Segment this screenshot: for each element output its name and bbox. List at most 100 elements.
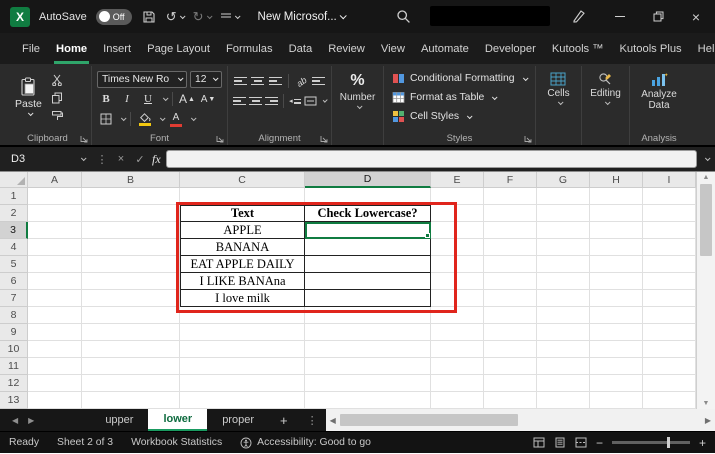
row-header-7[interactable]: 7 bbox=[0, 290, 28, 307]
cell-I5[interactable] bbox=[643, 256, 696, 273]
search-icon[interactable] bbox=[396, 9, 411, 24]
cell-F9[interactable] bbox=[484, 324, 537, 341]
name-box[interactable]: D3 bbox=[6, 149, 90, 169]
row-header-4[interactable]: 4 bbox=[0, 239, 28, 256]
cell-B3[interactable] bbox=[82, 222, 180, 239]
cell-D3[interactable] bbox=[305, 222, 431, 239]
cell-H10[interactable] bbox=[590, 341, 643, 358]
cell-C6[interactable]: I LIKE BANAna bbox=[180, 273, 305, 290]
conditional-formatting-button[interactable]: Conditional Formatting bbox=[392, 69, 530, 88]
sheet-tab-proper[interactable]: proper bbox=[207, 409, 269, 431]
cell-E10[interactable] bbox=[431, 341, 484, 358]
decrease-font-size-button[interactable]: A▼ bbox=[199, 91, 217, 108]
cell-C1[interactable] bbox=[180, 188, 305, 205]
align-middle-icon[interactable] bbox=[251, 73, 266, 90]
row-header-8[interactable]: 8 bbox=[0, 307, 28, 324]
fill-color-icon[interactable] bbox=[136, 111, 154, 128]
cell-G5[interactable] bbox=[537, 256, 590, 273]
bold-button[interactable]: B bbox=[97, 91, 115, 108]
cell-G10[interactable] bbox=[537, 341, 590, 358]
cell-E9[interactable] bbox=[431, 324, 484, 341]
cell-F10[interactable] bbox=[484, 341, 537, 358]
cell-B8[interactable] bbox=[82, 307, 180, 324]
cell-I9[interactable] bbox=[643, 324, 696, 341]
row-header-11[interactable]: 11 bbox=[0, 358, 28, 375]
cell-G4[interactable] bbox=[537, 239, 590, 256]
cell-D5[interactable] bbox=[305, 256, 431, 273]
fill-handle[interactable] bbox=[425, 233, 430, 238]
row-header-3[interactable]: 3 bbox=[0, 222, 28, 239]
cell-G3[interactable] bbox=[537, 222, 590, 239]
save-icon[interactable] bbox=[141, 7, 157, 27]
undo-button[interactable]: ↺ bbox=[166, 7, 184, 27]
menu-tab-automate[interactable]: Automate bbox=[413, 33, 477, 64]
cell-F7[interactable] bbox=[484, 290, 537, 307]
cell-B1[interactable] bbox=[82, 188, 180, 205]
cell-D12[interactable] bbox=[305, 375, 431, 392]
cell-I10[interactable] bbox=[643, 341, 696, 358]
cell-I7[interactable] bbox=[643, 290, 696, 307]
cell-I6[interactable] bbox=[643, 273, 696, 290]
row-header-10[interactable]: 10 bbox=[0, 341, 28, 358]
sheet-options-icon[interactable]: ⋮ bbox=[299, 409, 326, 431]
cell-F3[interactable] bbox=[484, 222, 537, 239]
scroll-down-icon[interactable]: ▼ bbox=[703, 400, 710, 407]
document-title[interactable]: New Microsof... bbox=[258, 11, 345, 23]
align-left-icon[interactable] bbox=[233, 93, 246, 110]
cell-B12[interactable] bbox=[82, 375, 180, 392]
cell-G6[interactable] bbox=[537, 273, 590, 290]
enter-icon[interactable]: ✓ bbox=[133, 153, 147, 166]
cell-F4[interactable] bbox=[484, 239, 537, 256]
cell-A12[interactable] bbox=[28, 375, 82, 392]
column-header-C[interactable]: C bbox=[180, 172, 305, 188]
zoom-out-button[interactable]: − bbox=[596, 436, 603, 450]
cell-H7[interactable] bbox=[590, 290, 643, 307]
zoom-slider[interactable] bbox=[612, 441, 690, 444]
menu-tab-kutools[interactable]: Kutools ™ bbox=[544, 33, 612, 64]
cell-B2[interactable] bbox=[82, 205, 180, 222]
column-header-G[interactable]: G bbox=[537, 172, 590, 188]
cells-button[interactable]: Cells bbox=[543, 69, 573, 105]
add-sheet-button[interactable]: + bbox=[269, 409, 299, 431]
cell-E11[interactable] bbox=[431, 358, 484, 375]
cell-H1[interactable] bbox=[590, 188, 643, 205]
cell-E6[interactable] bbox=[431, 273, 484, 290]
font-size-combo[interactable]: 12 bbox=[190, 71, 222, 88]
cell-C12[interactable] bbox=[180, 375, 305, 392]
cell-D2[interactable]: Check Lowercase? bbox=[305, 205, 431, 222]
menu-tab-view[interactable]: View bbox=[373, 33, 413, 64]
cell-D7[interactable] bbox=[305, 290, 431, 307]
font-color-icon[interactable]: A bbox=[167, 111, 185, 128]
cell-I12[interactable] bbox=[643, 375, 696, 392]
cell-I4[interactable] bbox=[643, 239, 696, 256]
row-header-13[interactable]: 13 bbox=[0, 392, 28, 409]
sheet-tab-upper[interactable]: upper bbox=[90, 409, 148, 431]
cell-F5[interactable] bbox=[484, 256, 537, 273]
column-header-B[interactable]: B bbox=[82, 172, 180, 188]
hscroll-left-icon[interactable]: ◀ bbox=[330, 416, 336, 425]
cell-F13[interactable] bbox=[484, 392, 537, 409]
close-button[interactable]: × bbox=[677, 0, 715, 33]
cell-H13[interactable] bbox=[590, 392, 643, 409]
cell-F8[interactable] bbox=[484, 307, 537, 324]
row-header-12[interactable]: 12 bbox=[0, 375, 28, 392]
zoom-in-button[interactable]: + bbox=[699, 436, 706, 450]
sheet-tab-lower[interactable]: lower bbox=[148, 409, 207, 431]
cell-D8[interactable] bbox=[305, 307, 431, 324]
align-center-icon[interactable] bbox=[249, 93, 262, 110]
cell-A4[interactable] bbox=[28, 239, 82, 256]
alignment-dialog-launcher-icon[interactable] bbox=[320, 135, 328, 143]
orientation-icon[interactable]: ab bbox=[290, 70, 312, 92]
analyze-data-button[interactable]: Analyze Data bbox=[632, 69, 686, 111]
cell-G7[interactable] bbox=[537, 290, 590, 307]
cell-E12[interactable] bbox=[431, 375, 484, 392]
wrap-text-icon[interactable] bbox=[311, 73, 326, 90]
cell-F11[interactable] bbox=[484, 358, 537, 375]
clipboard-dialog-launcher-icon[interactable] bbox=[80, 135, 88, 143]
normal-view-icon[interactable] bbox=[533, 437, 545, 448]
cell-C8[interactable] bbox=[180, 307, 305, 324]
formula-input[interactable] bbox=[166, 150, 697, 168]
column-header-F[interactable]: F bbox=[484, 172, 537, 188]
cell-B10[interactable] bbox=[82, 341, 180, 358]
menu-tab-help[interactable]: Help bbox=[690, 33, 715, 64]
